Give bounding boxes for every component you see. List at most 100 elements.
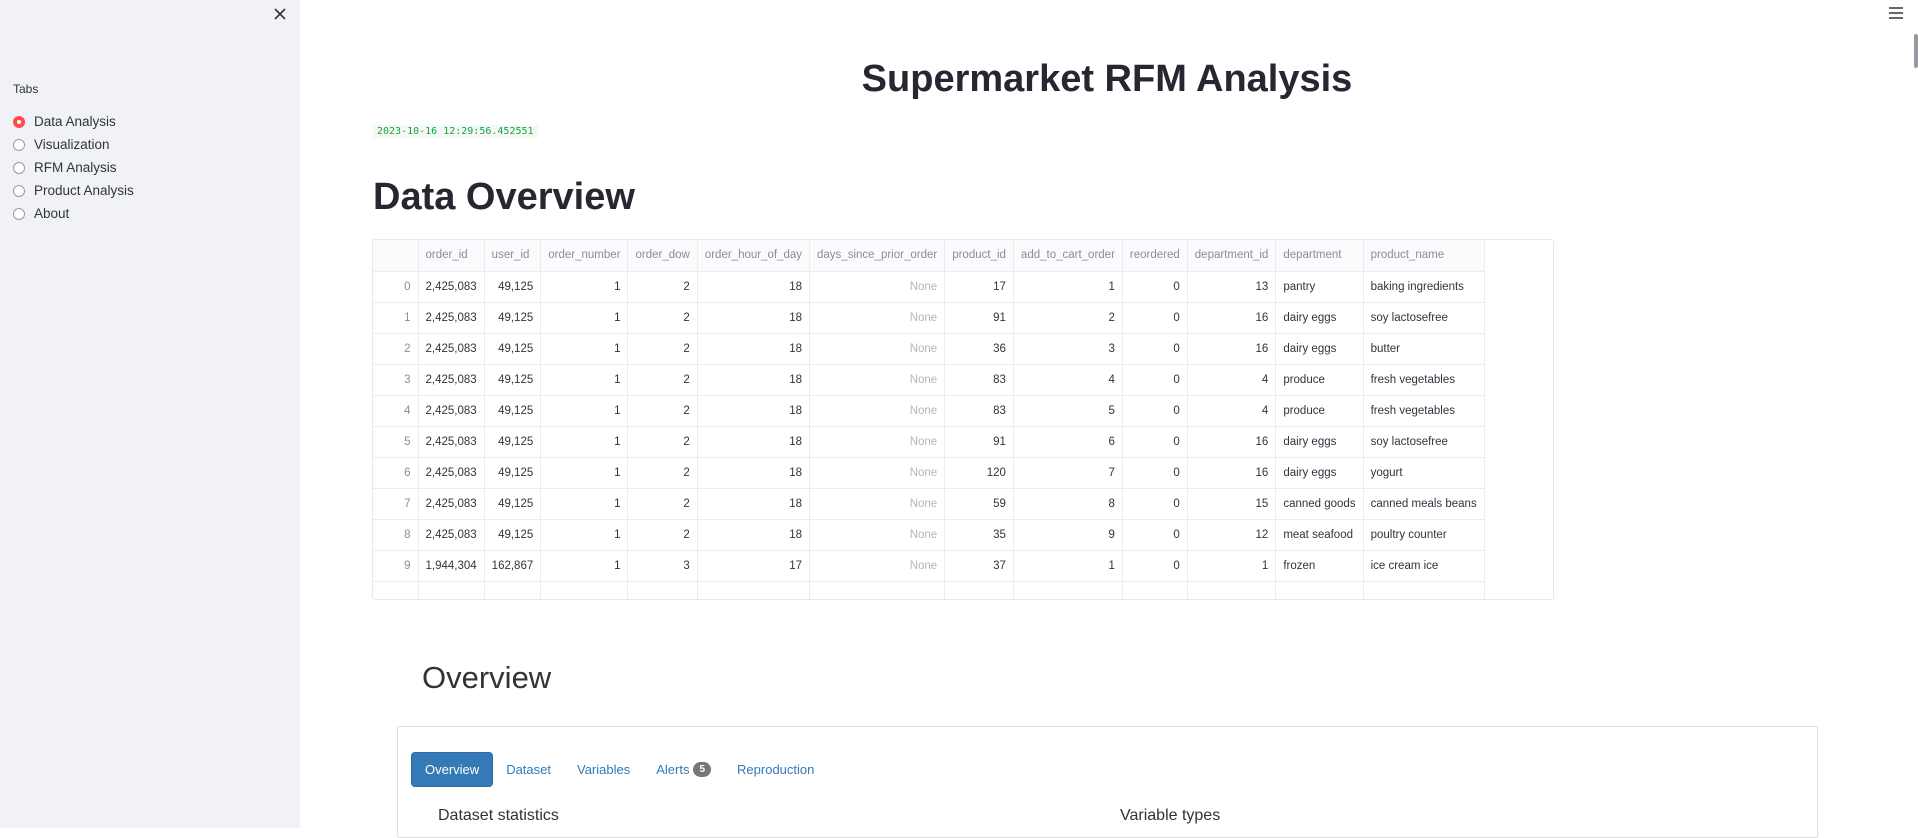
table-cell[interactable]: 5 — [1013, 395, 1123, 427]
table-cell[interactable]: None — [809, 271, 946, 303]
table-cell[interactable]: pantry — [1275, 271, 1364, 303]
tab-radio-rfm-analysis[interactable]: RFM Analysis — [13, 156, 134, 179]
table-cell[interactable]: 1 — [540, 333, 629, 365]
column-header-add_to_cart_order[interactable]: add_to_cart_order — [1013, 240, 1123, 272]
table-cell[interactable]: 1 — [540, 550, 629, 582]
table-cell[interactable]: 12 — [1187, 519, 1277, 551]
table-cell[interactable]: 2 — [627, 395, 698, 427]
table-cell[interactable]: 49,125 — [484, 519, 542, 551]
table-cell[interactable]: 2,425,083 — [418, 333, 485, 365]
table-cell[interactable]: 18 — [697, 426, 811, 458]
table-cell[interactable]: 49,125 — [484, 364, 542, 396]
table-cell[interactable]: 6 — [1013, 426, 1123, 458]
table-cell[interactable]: 0 — [1122, 364, 1188, 396]
table-cell[interactable]: produce — [1275, 395, 1364, 427]
table-cell[interactable]: 49,125 — [484, 271, 542, 303]
table-cell[interactable]: 16 — [1187, 426, 1277, 458]
column-header-order_id[interactable]: order_id — [418, 240, 485, 272]
table-cell[interactable]: 1 — [540, 488, 629, 520]
table-cell[interactable]: 13 — [1187, 271, 1277, 303]
table-cell[interactable]: 2,425,083 — [418, 488, 485, 520]
table-cell[interactable]: 18 — [697, 364, 811, 396]
table-cell[interactable]: 4 — [1187, 395, 1277, 427]
table-cell[interactable]: None — [809, 395, 946, 427]
table-cell[interactable]: 1 — [540, 426, 629, 458]
table-cell[interactable]: soy lactosefree — [1363, 426, 1485, 458]
table-cell[interactable]: 3 — [627, 550, 698, 582]
table-cell[interactable]: 91 — [944, 302, 1014, 334]
table-cell[interactable]: 0 — [1122, 488, 1188, 520]
table-cell[interactable]: 17 — [944, 271, 1014, 303]
table-cell[interactable]: None — [809, 333, 946, 365]
table-cell[interactable]: None — [809, 364, 946, 396]
table-cell[interactable]: 8 — [1013, 488, 1123, 520]
table-cell[interactable]: 49,125 — [484, 333, 542, 365]
table-cell[interactable]: poultry counter — [1363, 519, 1485, 551]
table-cell[interactable]: fresh vegetables — [1363, 395, 1485, 427]
table-cell[interactable]: 18 — [697, 271, 811, 303]
column-header-department_id[interactable]: department_id — [1187, 240, 1277, 272]
table-cell[interactable]: 7 — [1013, 457, 1123, 489]
table-cell[interactable]: baking ingredients — [1363, 271, 1485, 303]
table-cell[interactable]: 162,867 — [484, 550, 542, 582]
table-cell[interactable]: 37 — [944, 550, 1014, 582]
page-scrollbar[interactable] — [1912, 0, 1918, 828]
table-cell[interactable]: 59 — [944, 488, 1014, 520]
column-header-department[interactable]: department — [1275, 240, 1364, 272]
radio-button-icon[interactable] — [13, 184, 25, 197]
tab-radio-visualization[interactable]: Visualization — [13, 133, 134, 156]
table-cell[interactable]: None — [809, 519, 946, 551]
main-menu-button[interactable] — [1887, 4, 1905, 22]
column-header-days_since_prior_order[interactable]: days_since_prior_order — [809, 240, 946, 272]
table-cell[interactable]: 2 — [627, 426, 698, 458]
close-sidebar-button[interactable] — [268, 2, 292, 26]
table-cell[interactable]: 1 — [540, 519, 629, 551]
table-cell[interactable]: 0 — [1122, 426, 1188, 458]
table-cell[interactable]: 2 — [627, 333, 698, 365]
table-cell[interactable]: 49,125 — [484, 426, 542, 458]
table-cell[interactable]: 2 — [627, 271, 698, 303]
table-cell[interactable]: 1 — [540, 395, 629, 427]
table-cell[interactable]: 2,425,083 — [418, 395, 485, 427]
table-cell[interactable]: butter — [1363, 333, 1485, 365]
table-cell[interactable]: 2,425,083 — [418, 519, 485, 551]
table-cell[interactable]: 18 — [697, 302, 811, 334]
table-cell[interactable]: 1 — [540, 457, 629, 489]
table-cell[interactable]: 0 — [1122, 550, 1188, 582]
column-header-product_id[interactable]: product_id — [944, 240, 1014, 272]
tab-radio-product-analysis[interactable]: Product Analysis — [13, 179, 134, 202]
table-cell[interactable]: 18 — [697, 457, 811, 489]
table-cell[interactable]: 0 — [1122, 302, 1188, 334]
column-header-user_id[interactable]: user_id — [484, 240, 542, 272]
table-cell[interactable]: 49,125 — [484, 488, 542, 520]
table-cell[interactable]: 1 — [540, 271, 629, 303]
table-cell[interactable]: canned goods — [1275, 488, 1364, 520]
table-cell[interactable]: 83 — [944, 395, 1014, 427]
column-header-reordered[interactable]: reordered — [1122, 240, 1188, 272]
table-cell[interactable]: 0 — [1122, 395, 1188, 427]
column-header-order_hour_of_day[interactable]: order_hour_of_day — [697, 240, 811, 272]
table-cell[interactable]: 1 — [540, 302, 629, 334]
table-cell[interactable]: 49,125 — [484, 395, 542, 427]
table-cell[interactable]: 2 — [627, 364, 698, 396]
table-cell[interactable]: 9 — [1013, 519, 1123, 551]
table-cell[interactable]: 1 — [1013, 550, 1123, 582]
table-cell[interactable]: 0 — [1122, 457, 1188, 489]
table-cell[interactable]: 2,425,083 — [418, 271, 485, 303]
radio-button-icon[interactable] — [13, 138, 25, 151]
table-cell[interactable]: dairy eggs — [1275, 302, 1364, 334]
table-cell[interactable]: soy lactosefree — [1363, 302, 1485, 334]
table-cell[interactable]: 2 — [627, 488, 698, 520]
table-cell[interactable]: 2,425,083 — [418, 457, 485, 489]
table-cell[interactable]: 4 — [1187, 364, 1277, 396]
table-cell[interactable]: produce — [1275, 364, 1364, 396]
table-cell[interactable]: 2,425,083 — [418, 364, 485, 396]
table-cell[interactable]: 18 — [697, 333, 811, 365]
table-cell[interactable]: 2 — [627, 457, 698, 489]
table-cell[interactable]: 17 — [697, 550, 811, 582]
table-cell[interactable]: 4 — [1013, 364, 1123, 396]
column-header-order_dow[interactable]: order_dow — [627, 240, 698, 272]
table-cell[interactable]: 18 — [697, 395, 811, 427]
table-cell[interactable]: 2 — [627, 302, 698, 334]
table-cell[interactable]: fresh vegetables — [1363, 364, 1485, 396]
